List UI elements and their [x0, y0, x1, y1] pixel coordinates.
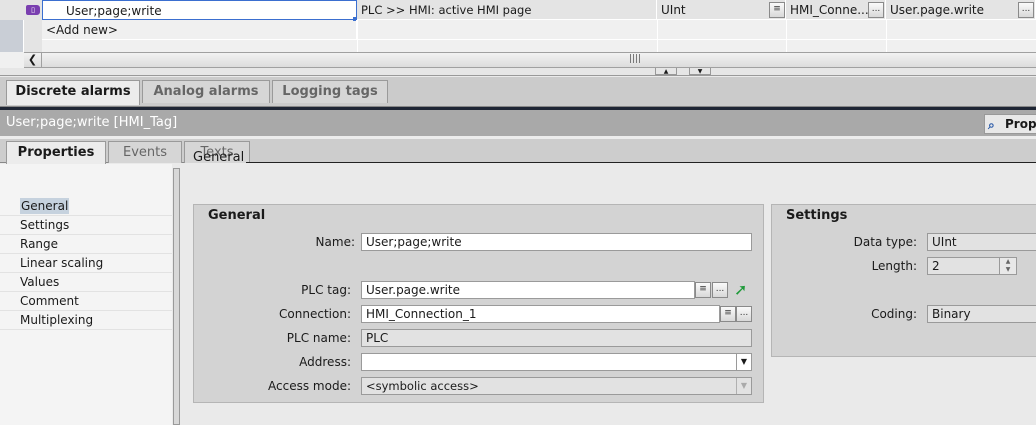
col-lines: [786, 20, 787, 52]
address-dropdown[interactable]: [361, 353, 752, 371]
tag-name-cell[interactable]: User;page;write: [42, 0, 357, 20]
nav-item-multiplexing[interactable]: Multiplexing: [0, 311, 172, 330]
coding-label: Coding:: [871, 307, 917, 321]
section-rule: [246, 162, 1036, 163]
properties-button-label: Prope: [1005, 117, 1036, 131]
nav-item-general[interactable]: General: [0, 197, 172, 216]
settings-group: [771, 204, 1036, 357]
properties-button[interactable]: ⌕ Prope: [984, 114, 1036, 134]
go-to-tag-arrow-icon[interactable]: ➚: [734, 280, 747, 299]
expand-down-icon[interactable]: ▼: [689, 68, 711, 75]
connection-input[interactable]: HMI_Connection_1: [361, 305, 720, 323]
name-input[interactable]: User;page;write: [361, 233, 752, 251]
access-mode-arrow-icon: ▼: [736, 378, 751, 394]
data-type-cell[interactable]: UInt: [657, 0, 786, 20]
inspector-title-bar: User;page;write [HMI_Tag] ⌕ Prope: [0, 110, 1036, 136]
general-heading: General: [208, 208, 266, 223]
address-dropdown-arrow-icon[interactable]: ▼: [736, 354, 751, 370]
length-spinner[interactable]: ▲ ▼: [999, 258, 1016, 274]
plc-tag-input[interactable]: User.page.write: [361, 281, 695, 299]
horizontal-scrollbar[interactable]: ❮ ||||: [24, 52, 1036, 68]
nav-item-range[interactable]: Range: [0, 235, 172, 254]
inspector-title: User;page;write [HMI_Tag]: [6, 115, 178, 130]
nav-label: General: [20, 198, 70, 214]
tab-events[interactable]: Events: [108, 141, 182, 163]
plc-name-label: PLC name:: [286, 331, 351, 345]
tag-table: ▯ User;page;write PLC >> HMI: active HMI…: [0, 0, 1036, 68]
plc-tag-cell[interactable]: User.page.write: [886, 0, 1036, 20]
plc-tag-browse-button[interactable]: ...: [712, 282, 728, 298]
settings-heading: Settings: [786, 208, 848, 223]
collapse-up-icon[interactable]: ▲: [655, 68, 677, 75]
access-mode-label: Access mode:: [268, 379, 351, 393]
plc-tag-label: PLC tag:: [301, 283, 351, 297]
connection-label: Connection:: [279, 307, 351, 321]
splitter[interactable]: ▲ ▼: [0, 68, 1036, 76]
vertical-scrollbar[interactable]: [173, 168, 180, 425]
scroll-left-button[interactable]: ❮: [24, 53, 42, 67]
col-lines: [357, 20, 358, 52]
section-title: General: [193, 150, 245, 165]
data-type-field[interactable]: UInt: [927, 233, 1036, 251]
scroll-grip-icon[interactable]: ||||: [629, 54, 641, 64]
tab-analog-alarms[interactable]: Analog alarms: [142, 80, 270, 103]
comment-cell[interactable]: PLC >> HMI: active HMI page: [357, 0, 657, 20]
plc-tag-list-icon[interactable]: ≡: [695, 282, 711, 298]
coding-field[interactable]: Binary: [927, 305, 1036, 323]
properties-magnifier-icon: ⌕: [988, 118, 995, 132]
connection-browse-button[interactable]: ...: [868, 2, 884, 18]
plc-name-field: PLC: [361, 329, 752, 347]
connection-list-icon[interactable]: ≡: [720, 306, 736, 322]
data-type-label: Data type:: [853, 235, 917, 249]
connection-browse-button[interactable]: ...: [736, 306, 752, 322]
tab-properties[interactable]: Properties: [6, 141, 106, 164]
tab-discrete-alarms[interactable]: Discrete alarms: [6, 80, 140, 105]
list-icon[interactable]: ≡: [769, 2, 785, 18]
nav-item-comment[interactable]: Comment: [0, 292, 172, 311]
add-new-row[interactable]: <Add new>: [42, 20, 357, 40]
name-label: Name:: [315, 235, 355, 249]
length-label: Length:: [871, 259, 917, 273]
nav-item-linear-scaling[interactable]: Linear scaling: [0, 254, 172, 273]
col-lines: [657, 20, 658, 52]
row-line: [42, 39, 1036, 40]
address-label: Address:: [299, 355, 351, 369]
nav-item-values[interactable]: Values: [0, 273, 172, 292]
tab-logging-tags[interactable]: Logging tags: [272, 80, 388, 103]
access-mode-dropdown: <symbolic access>: [361, 377, 752, 395]
nav-item-settings[interactable]: Settings: [0, 216, 172, 235]
tag-icon: ▯: [26, 5, 40, 15]
plc-tag-browse-button[interactable]: ...: [1018, 2, 1034, 18]
col-lines: [886, 20, 887, 52]
